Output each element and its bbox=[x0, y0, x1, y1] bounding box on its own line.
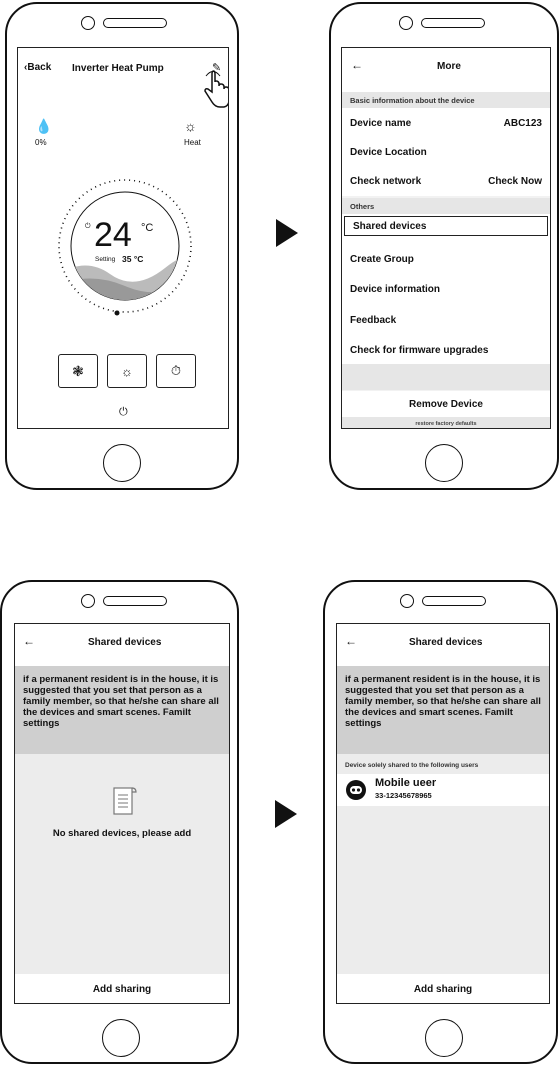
page-title: Shared devices bbox=[409, 637, 483, 648]
remove-device-label: Remove Device bbox=[409, 398, 483, 410]
user-name: Mobile ueer bbox=[375, 777, 437, 789]
remove-device-button[interactable]: Remove Device bbox=[342, 391, 550, 417]
add-sharing-label: Add sharing bbox=[92, 983, 152, 995]
row-device-information[interactable]: Device information bbox=[342, 274, 550, 304]
temperature-unit: °C bbox=[141, 222, 154, 234]
back-label: Back bbox=[27, 62, 52, 73]
current-temperature: 24 bbox=[94, 216, 132, 254]
robot-avatar-icon bbox=[346, 780, 366, 800]
setting-value: 35 °C bbox=[122, 254, 144, 264]
shared-user-row[interactable]: Mobile ueer 33-12345678965 bbox=[337, 774, 549, 806]
phone-frame-1: ‹Back Inverter Heat Pump ✎ 💧 0% ☼ Heat ⏻… bbox=[5, 2, 239, 490]
back-arrow-icon[interactable]: ← bbox=[345, 634, 357, 648]
row-firmware-upgrade[interactable]: Check for firmware upgrades bbox=[342, 335, 550, 365]
timer-icon: ⏱ bbox=[170, 363, 182, 378]
phone-frame-2: ← More Basic information about the devic… bbox=[329, 2, 559, 490]
family-notice[interactable]: if a permanent resident is in the house,… bbox=[15, 666, 229, 754]
row-label: Feedback bbox=[350, 314, 397, 326]
front-camera bbox=[400, 594, 414, 608]
mode-button[interactable]: ☼ bbox=[107, 354, 147, 388]
row-check-network[interactable]: Check network Check Now bbox=[342, 166, 550, 196]
row-label: Device name bbox=[350, 117, 412, 129]
heat-pump-screen: ‹Back Inverter Heat Pump ✎ 💧 0% ☼ Heat ⏻… bbox=[17, 47, 229, 429]
restore-defaults-link[interactable]: restore factory defaults bbox=[342, 417, 550, 428]
fan-button[interactable]: ❃ bbox=[58, 354, 98, 388]
row-device-name[interactable]: Device name ABC123 bbox=[342, 108, 550, 138]
row-label: Create Group bbox=[350, 253, 414, 265]
row-value: ABC123 bbox=[503, 117, 542, 129]
restore-defaults-label: restore factory defaults bbox=[415, 420, 477, 427]
header: ← More bbox=[342, 48, 550, 92]
phone-frame-4: ← Shared devices if a permanent resident… bbox=[323, 580, 558, 1064]
spacer-band bbox=[342, 364, 550, 390]
row-label: Device information bbox=[350, 283, 441, 295]
section-label: Device solely shared to the following us… bbox=[345, 762, 479, 769]
shared-devices-empty-screen: ← Shared devices if a permanent resident… bbox=[14, 623, 230, 1004]
earpiece-speaker bbox=[103, 18, 167, 28]
section-others: Others bbox=[342, 198, 550, 214]
row-shared-devices[interactable]: Shared devices bbox=[344, 216, 548, 236]
front-camera bbox=[81, 594, 95, 608]
front-camera bbox=[81, 16, 95, 30]
row-label: Shared devices bbox=[353, 220, 427, 232]
arrow-right-2 bbox=[275, 800, 297, 828]
power-icon[interactable]: ⏻ bbox=[119, 406, 128, 419]
back-button[interactable]: ‹Back bbox=[24, 62, 51, 73]
earpiece-speaker bbox=[421, 18, 485, 28]
shared-devices-list-screen: ← Shared devices if a permanent resident… bbox=[336, 623, 550, 1004]
check-now-link[interactable]: Check Now bbox=[488, 176, 542, 187]
home-button[interactable] bbox=[425, 444, 463, 482]
earpiece-speaker bbox=[103, 596, 167, 606]
add-sharing-button[interactable]: Add sharing bbox=[337, 974, 549, 1003]
phone-frame-3: ← Shared devices if a permanent resident… bbox=[0, 580, 239, 1064]
row-label: Device Location bbox=[350, 146, 427, 158]
tap-hand-icon bbox=[204, 70, 228, 108]
row-label: Check for firmware upgrades bbox=[350, 344, 489, 356]
fan-icon: ❃ bbox=[72, 362, 84, 379]
family-notice[interactable]: if a permanent resident is in the house,… bbox=[337, 666, 549, 754]
timer-button[interactable]: ⏱ bbox=[156, 354, 196, 388]
mode-label: Heat bbox=[184, 138, 201, 147]
row-device-location[interactable]: Device Location bbox=[342, 137, 550, 167]
row-feedback[interactable]: Feedback bbox=[342, 305, 550, 335]
header: ← Shared devices bbox=[337, 624, 549, 666]
section-basic-info: Basic information about the device bbox=[342, 92, 550, 108]
header: ‹Back Inverter Heat Pump ✎ bbox=[18, 48, 228, 80]
user-phone: 33-12345678965 bbox=[375, 791, 432, 800]
arrow-right-1 bbox=[276, 219, 298, 247]
more-screen: ← More Basic information about the devic… bbox=[341, 47, 551, 429]
front-camera bbox=[399, 16, 413, 30]
power-small-icon: ⏻ bbox=[85, 223, 91, 230]
page-title: Inverter Heat Pump bbox=[72, 63, 164, 74]
home-button[interactable] bbox=[102, 1019, 140, 1057]
row-label: Check network bbox=[350, 175, 422, 187]
add-sharing-label: Add sharing bbox=[413, 983, 473, 995]
back-arrow-icon[interactable]: ← bbox=[351, 58, 363, 72]
humidity-drop-icon: 💧 bbox=[35, 118, 53, 134]
sun-icon: ☼ bbox=[184, 118, 197, 134]
header: ← Shared devices bbox=[15, 624, 229, 666]
scroll-document-icon bbox=[113, 787, 137, 815]
page-title: Shared devices bbox=[88, 637, 162, 648]
setting-label: Setting bbox=[95, 256, 116, 263]
earpiece-speaker bbox=[422, 596, 486, 606]
sun-icon: ☼ bbox=[121, 363, 133, 379]
add-sharing-button[interactable]: Add sharing bbox=[15, 974, 229, 1003]
home-button[interactable] bbox=[425, 1019, 463, 1057]
row-create-group[interactable]: Create Group bbox=[342, 244, 550, 274]
empty-state-text: No shared devices, please add bbox=[52, 828, 192, 839]
back-arrow-icon[interactable]: ← bbox=[23, 634, 35, 648]
humidity-value: 0% bbox=[35, 138, 47, 147]
page-title: More bbox=[437, 61, 461, 72]
home-button[interactable] bbox=[103, 444, 141, 482]
